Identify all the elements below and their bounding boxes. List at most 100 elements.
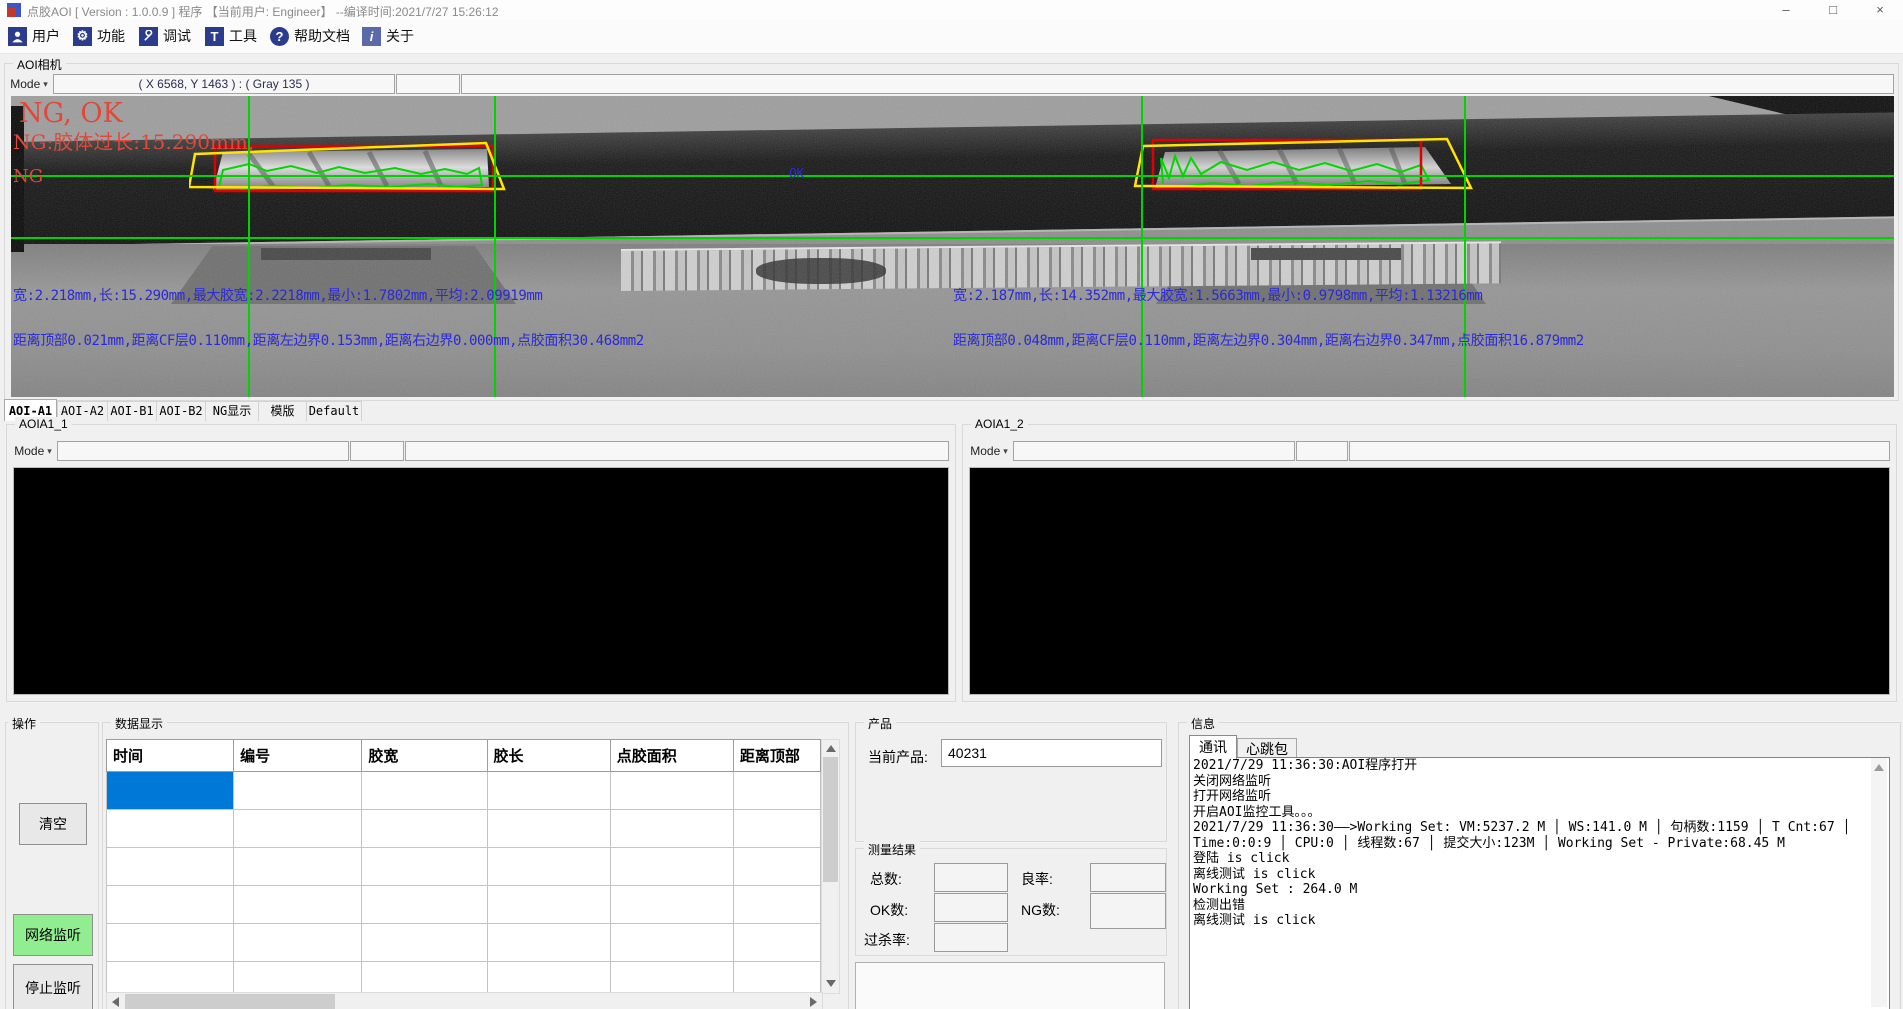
menu-item-user[interactable]: 用户 [8, 25, 60, 47]
camera-mode-dropdown[interactable]: Mode [9, 74, 49, 94]
stop-listen-button[interactable]: 停止监听 [13, 964, 93, 1009]
tab-ng-display[interactable]: NG显示 [205, 401, 259, 421]
app-icon [7, 3, 21, 17]
menu-item-help[interactable]: ? 帮助文档 [270, 25, 350, 47]
aoi-view-2-image[interactable] [969, 467, 1890, 695]
network-listen-button[interactable]: 网络监听 [13, 914, 93, 956]
camera-image[interactable]: NG, OK NG:胶体过长:15.290mm, NG OK 宽:2.218mm… [11, 96, 1894, 397]
app-window: 点胶AOI [ Version : 1.0.0.9 ] 程序 【当前用户: En… [0, 0, 1903, 1009]
tab-default[interactable]: Default [306, 401, 362, 421]
table-row[interactable] [107, 772, 821, 810]
left-stats-line2: 距离顶部0.021mm,距离CF层0.110mm,距离左边界0.153mm,距离… [13, 330, 644, 350]
log-line: 登陆 is click [1190, 851, 1889, 867]
col-header-topdist[interactable]: 距离顶部 [733, 740, 820, 772]
scroll-left-icon[interactable] [112, 997, 119, 1007]
aoi-view-1-group: AOIA1_1 Mode [6, 424, 956, 702]
ng-count-label: NG数: [1021, 900, 1060, 920]
selected-cell[interactable] [107, 772, 234, 810]
current-product-label: 当前产品: [868, 747, 928, 767]
aoi-view-2-field-2 [1296, 441, 1348, 461]
yield-field [1090, 863, 1166, 892]
log-line: 关闭网络监听 [1190, 774, 1889, 790]
data-table-viewport: 时间 编号 胶宽 胶长 点胶面积 距离顶部 [103, 723, 848, 1009]
log-scrollbar[interactable] [1871, 758, 1887, 1007]
log-line: 2021/7/29 11:36:30——>Working Set: VM:523… [1190, 820, 1889, 836]
title-bar: 点胶AOI [ Version : 1.0.0.9 ] 程序 【当前用户: En… [0, 0, 1903, 20]
tab-heartbeat[interactable]: 心跳包 [1237, 738, 1297, 759]
total-field [934, 863, 1008, 892]
tab-aoi-b1[interactable]: AOI-B1 [107, 401, 157, 421]
operation-group-label: 操作 [8, 715, 40, 732]
log-line: 2021/7/29 11:36:30:AOI程序打开 [1190, 758, 1889, 774]
help-icon: ? [270, 27, 289, 46]
image-dark-blob [756, 258, 886, 284]
clear-button[interactable]: 清空 [19, 803, 87, 845]
tab-aoi-b2[interactable]: AOI-B2 [156, 401, 206, 421]
camera-aux-field-2 [461, 74, 1894, 94]
window-title: 点胶AOI [ Version : 1.0.0.9 ] 程序 【当前用户: En… [27, 3, 499, 20]
table-hscroll-thumb[interactable] [125, 994, 335, 1009]
camera-group-label: AOI相机 [13, 56, 66, 73]
ng-count-field [1090, 893, 1166, 929]
aoi-view-1-field-1 [57, 441, 349, 461]
col-header-time[interactable]: 时间 [107, 740, 234, 772]
menu-item-tools[interactable]: T 工具 [205, 25, 257, 47]
ok-flag-text: OK [789, 167, 804, 182]
status-text: NG, OK [19, 98, 123, 129]
aoi-view-1-label: AOIA1_1 [15, 417, 72, 431]
scroll-down-icon[interactable] [826, 980, 836, 987]
inspection-roi-right [1129, 134, 1481, 204]
maximize-button[interactable]: □ [1810, 0, 1856, 20]
aoi-view-1-image[interactable] [13, 467, 949, 695]
scroll-up-icon[interactable] [826, 745, 836, 752]
tab-comm[interactable]: 通讯 [1189, 735, 1237, 759]
ok-count-field [934, 893, 1008, 922]
table-row[interactable] [107, 848, 821, 886]
scroll-right-icon[interactable] [810, 997, 817, 1007]
table-row[interactable] [107, 924, 821, 962]
minimize-button[interactable]: – [1763, 0, 1809, 20]
ok-count-label: OK数: [870, 900, 908, 920]
col-header-width[interactable]: 胶宽 [362, 740, 487, 772]
table-row[interactable] [107, 886, 821, 924]
log-scroll-up-icon[interactable] [1874, 764, 1884, 771]
current-product-input[interactable]: 40231 [941, 739, 1162, 767]
log-line: Working Set : 264.0 M [1190, 882, 1889, 898]
table-vscroll-thumb[interactable] [823, 757, 838, 882]
menu-item-about[interactable]: i 关于 [362, 25, 414, 47]
tab-template[interactable]: 模版 [258, 401, 307, 421]
table-row[interactable] [107, 810, 821, 848]
overkill-field [934, 923, 1008, 952]
log-line: 打开网络监听 [1190, 789, 1889, 805]
camera-aux-field-1 [396, 74, 460, 94]
log-line: 开启AOI监控工具。。。 [1190, 805, 1889, 821]
menu-item-debug[interactable]: 调试 [139, 25, 191, 47]
operation-group: 操作 清空 网络监听 停止监听 [5, 722, 99, 1009]
log-line: 离线测试 is click [1190, 913, 1889, 929]
aoi-view-1-mode-dropdown[interactable]: Mode [13, 441, 53, 461]
log-area[interactable]: 2021/7/29 11:36:30:AOI程序打开 关闭网络监听 打开网络监听… [1189, 757, 1890, 1009]
col-header-length[interactable]: 胶长 [487, 740, 610, 772]
close-button[interactable]: × [1857, 0, 1903, 20]
product-group: 产品 当前产品: 40231 [855, 722, 1167, 842]
left-stats-line1: 宽:2.218mm,长:15.290mm,最大胶宽:2.2218mm,最小:1.… [13, 285, 542, 305]
measure-vline-3 [1141, 96, 1143, 397]
table-vscrollbar[interactable] [821, 739, 840, 994]
right-stats-line1: 宽:2.187mm,长:14.352mm,最大胶宽:1.5663mm,最小:0.… [953, 285, 1482, 305]
col-header-area[interactable]: 点胶面积 [610, 740, 733, 772]
log-line: Time:0:0:9 │ CPU:0 │ 线程数:67 │ 提交大小:123M … [1190, 836, 1889, 852]
menu-item-function[interactable]: ⚙ 功能 [73, 25, 125, 47]
ng-reason-text: NG:胶体过长:15.290mm, [13, 126, 254, 155]
right-stats-line2: 距离顶部0.048mm,距离CF层0.110mm,距离左边界0.304mm,距离… [953, 330, 1584, 350]
info-group: 信息 通讯 心跳包 2021/7/29 11:36:30:AOI程序打开 关闭网… [1178, 722, 1901, 1009]
overkill-label: 过杀率: [864, 930, 910, 950]
measure-vline-2 [494, 96, 496, 397]
col-header-id[interactable]: 编号 [234, 740, 362, 772]
table-hscrollbar[interactable] [106, 992, 823, 1009]
aoi-view-2-mode-dropdown[interactable]: Mode [969, 441, 1009, 461]
data-table: 时间 编号 胶宽 胶长 点胶面积 距离顶部 [106, 739, 821, 1009]
pad-right [1251, 248, 1401, 260]
yield-label: 良率: [1021, 869, 1053, 889]
log-line: 离线测试 is click [1190, 867, 1889, 883]
user-icon [8, 27, 27, 46]
